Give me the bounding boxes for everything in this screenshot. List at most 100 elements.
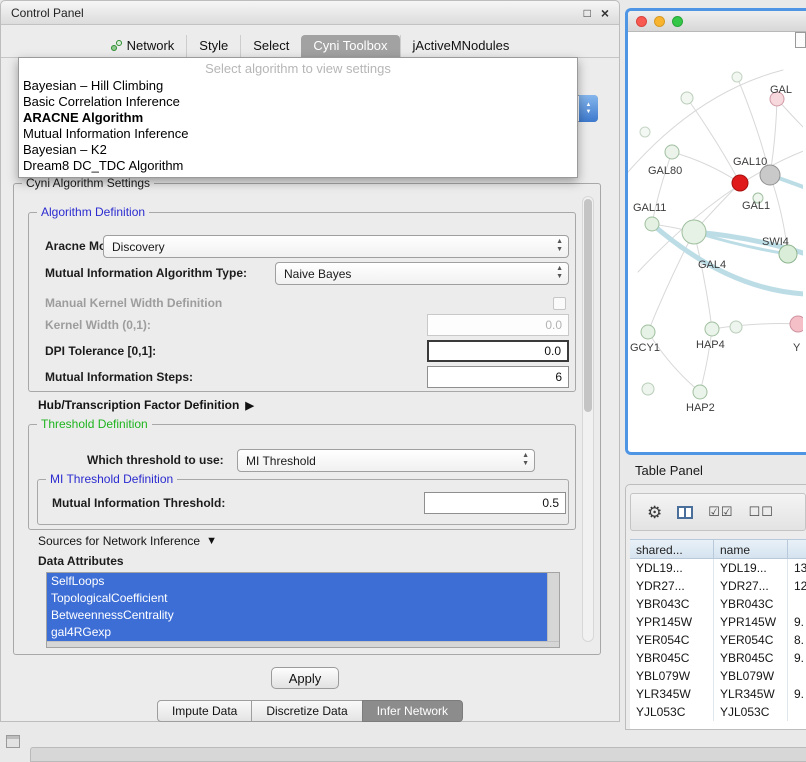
hub-definition-header[interactable]: Hub/Transcription Factor Definition ▶ [38,398,254,412]
network-node[interactable] [760,165,780,185]
settings-scrollbar[interactable] [582,196,594,642]
network-canvas-container[interactable]: GAL80GAL10GAL11GAL1SWI4GAL4GCY1HAP4HAP2Y… [628,32,806,451]
table-cell: YLR345W [630,685,714,703]
table-cell: 9. [788,613,806,631]
mi-steps-input[interactable] [427,366,569,388]
table-column-header[interactable] [788,540,806,558]
list-horizontal-scrollbar[interactable] [47,641,559,647]
manual-kernel-width-checkbox[interactable] [553,297,566,310]
zoom-traffic-light-icon[interactable] [672,16,683,27]
algorithm-definition-group: Algorithm Definition Aracne Mode: Discov… [28,212,576,392]
table-column-header[interactable]: shared... [630,540,714,558]
mi-threshold-input[interactable] [424,492,566,514]
mi-threshold-group: MI Threshold Definition Mutual Informati… [37,479,569,525]
network-node-hap2[interactable] [693,385,707,399]
network-node-hap4[interactable] [705,322,719,336]
network-node[interactable] [732,72,742,82]
control-panel-titlebar[interactable]: Control Panel □ × [1,1,619,25]
bottom-tab-infer-network[interactable]: Infer Network [362,700,463,722]
mi-threshold-label: Mutual Information Threshold: [52,492,225,515]
columns-icon[interactable] [677,506,693,519]
mi-threshold-title: MI Threshold Definition [46,472,177,486]
bottom-tab-impute-data[interactable]: Impute Data [157,700,252,722]
table-row[interactable]: YDR27...YDR27...12 [630,577,806,595]
tab-cyni-toolbox[interactable]: Cyni Toolbox [301,35,399,57]
table-row[interactable]: YJL053CYJL053C [630,703,806,721]
algorithm-option[interactable]: Bayesian – Hill Climbing [19,78,577,94]
aracne-mode-value: Discovery [112,240,165,254]
data-attribute-item[interactable]: TopologicalCoefficient [47,590,547,607]
table-column-header[interactable]: name [714,540,788,558]
network-node-gal11[interactable] [645,217,659,231]
network-node-gal80[interactable] [665,145,679,159]
close-icon[interactable]: × [601,7,609,19]
tab-jactivemnodules[interactable]: jActiveMNodules [400,35,522,57]
network-node-label: GAL80 [648,165,682,177]
which-threshold-combo[interactable]: MI Threshold ▲▼ [237,449,535,472]
network-node[interactable] [640,127,650,137]
algorithm-option[interactable]: Mutual Information Inference [19,126,577,142]
table-panel-window: ⚙ ☑☑ ☐☐ shared...name YDL19...YDL19...13… [625,484,806,730]
table-header-row: shared...name [630,539,806,559]
algorithm-option[interactable]: ARACNE Algorithm [19,110,577,126]
network-node-gal10[interactable] [732,175,748,191]
table-cell: YBL079W [630,667,714,685]
table-row[interactable]: YBR045CYBR045C9. [630,649,806,667]
network-edge[interactable] [712,324,798,329]
network-window-titlebar[interactable] [628,11,806,32]
network-edge[interactable] [648,332,700,392]
network-node-gcy1[interactable] [641,325,655,339]
tab-network[interactable]: Network [99,35,187,57]
network-edge[interactable] [694,232,712,329]
algorithm-option[interactable]: Bayesian – K2 [19,142,577,158]
table-row[interactable]: YPR145WYPR145W9. [630,613,806,631]
bottom-tab-discretize-data[interactable]: Discretize Data [251,700,362,722]
network-canvas[interactable]: GAL80GAL10GAL11GAL1SWI4GAL4GCY1HAP4HAP2Y… [628,32,803,455]
network-edge[interactable] [648,232,694,332]
close-traffic-light-icon[interactable] [636,16,647,27]
network-node[interactable] [730,321,742,333]
control-panel-tabs: Network StyleSelectCyni Toolbox jActiveMNo… [1,33,619,58]
network-node-label: GAL10 [733,156,767,168]
data-attribute-item[interactable]: gal4RGexp [47,624,547,641]
tab-label: jActiveMNodules [413,38,510,53]
sources-header[interactable]: Sources for Network Inference ▼ [38,534,217,548]
network-node-gal4[interactable] [682,220,706,244]
dpi-tolerance-input[interactable] [427,340,569,362]
table-row[interactable]: YLR345WYLR345W9. [630,685,806,703]
table-cell: YER054C [714,631,788,649]
data-attribute-item[interactable]: BetweennessCentrality [47,607,547,624]
settings-scrollbar-thumb[interactable] [584,199,592,412]
network-node-label: HAP2 [686,402,715,414]
apply-button[interactable]: Apply [271,667,339,689]
table-cell: YBR043C [714,595,788,613]
gear-icon[interactable]: ⚙ [647,504,662,521]
table-cell: YBR043C [630,595,714,613]
tab-select[interactable]: Select [240,35,301,57]
list-vertical-scrollbar[interactable] [547,573,559,641]
bottom-scrollbar-strip[interactable] [30,747,806,762]
deselect-all-icon[interactable]: ☐☐ [749,504,774,520]
table-row[interactable]: YDL19...YDL19...13 [630,559,806,577]
network-view-window: GAL80GAL10GAL11GAL1SWI4GAL4GCY1HAP4HAP2Y… [625,8,806,455]
data-attribute-item[interactable]: SelfLoops [47,573,547,590]
algorithm-option[interactable]: Basic Correlation Inference [19,94,577,110]
tab-style[interactable]: Style [186,35,240,57]
algorithm-option[interactable]: Dream8 DC_TDC Algorithm [19,158,577,174]
table-row[interactable]: YBR043CYBR043C [630,595,806,613]
data-attributes-list[interactable]: SelfLoopsTopologicalCoefficientBetweenne… [46,572,560,648]
select-all-icon[interactable]: ☑☑ [708,504,733,520]
network-node[interactable] [642,383,654,395]
minimize-traffic-light-icon[interactable] [654,16,665,27]
collapsed-panel-icon[interactable] [6,735,20,748]
table-row[interactable]: YBL079WYBL079W [630,667,806,685]
aracne-mode-combo[interactable]: Discovery ▲▼ [103,235,569,258]
tab-label: Network [127,38,175,53]
network-overview-button[interactable] [795,32,806,48]
network-node-y[interactable] [790,316,803,332]
mi-algorithm-type-combo[interactable]: Naive Bayes ▲▼ [275,262,569,285]
float-window-icon[interactable]: □ [584,6,591,20]
cyni-settings-title: Cyni Algorithm Settings [22,176,154,190]
table-row[interactable]: YER054CYER054C8. [630,631,806,649]
network-node[interactable] [681,92,693,104]
